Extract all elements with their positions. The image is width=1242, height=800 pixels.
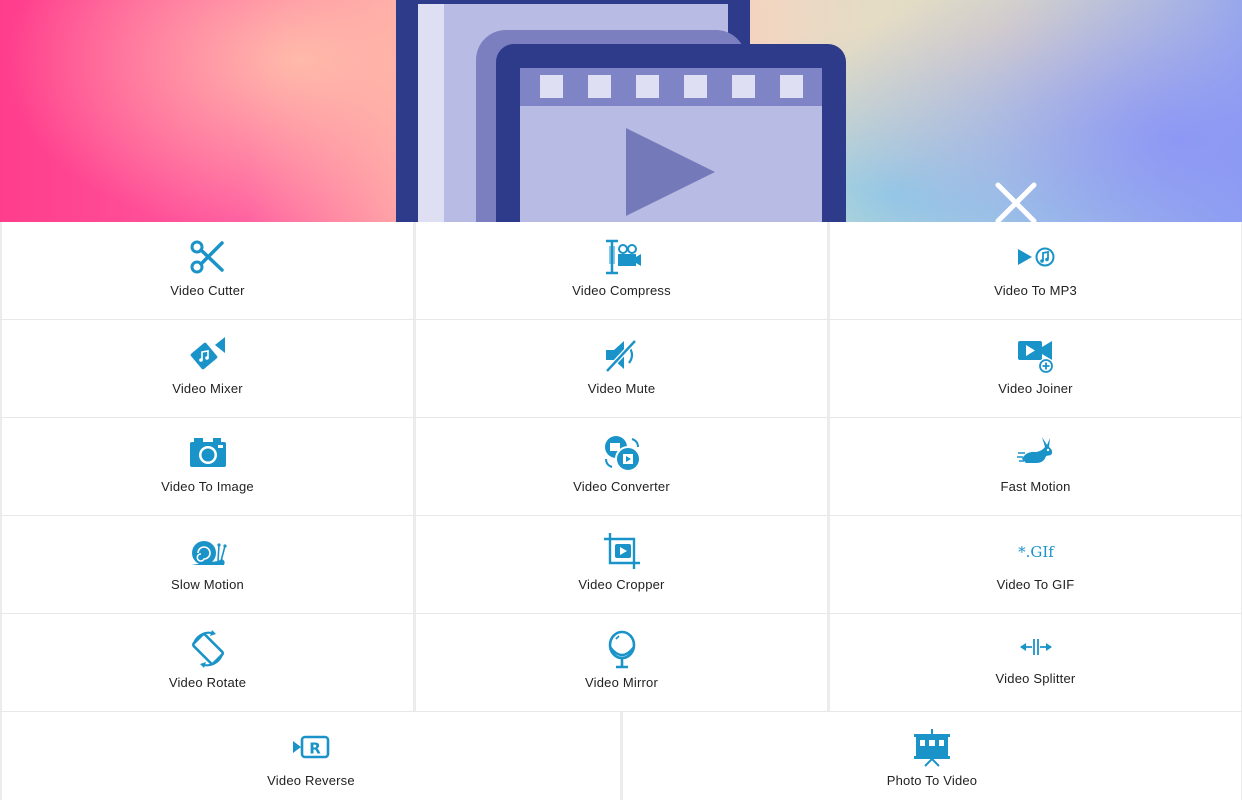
tool-video-to-gif[interactable]: *.GIf Video To GIF — [828, 516, 1242, 613]
music-camera-icon — [190, 337, 225, 370]
gif-text-icon: *.GIf — [1018, 543, 1055, 561]
tool-slow-motion[interactable]: Slow Motion — [0, 516, 414, 613]
play-to-music-icon — [1017, 247, 1054, 267]
tool-label: Video To MP3 — [994, 283, 1077, 298]
snail-icon — [190, 541, 227, 565]
tool-video-cropper[interactable]: Video Cropper — [414, 516, 828, 613]
tool-row: Video Rotate Video Mirror Video Splitter — [0, 614, 1242, 712]
tool-video-mixer[interactable]: Video Mixer — [0, 320, 414, 417]
tool-video-to-image[interactable]: Video To Image — [0, 418, 414, 515]
tool-video-converter[interactable]: Video Converter — [414, 418, 828, 515]
tool-row: Video To Image Video Converter Fast Moti… — [0, 418, 1242, 516]
tool-label: Video Joiner — [998, 381, 1073, 396]
video-film-frames-icon — [396, 0, 846, 222]
tool-label: Photo To Video — [886, 773, 978, 788]
svg-text:*.GIf: *.GIf — [1018, 543, 1055, 561]
tool-video-mute[interactable]: Video Mute — [414, 320, 828, 417]
tool-label: Video Reverse — [267, 773, 355, 788]
close-icon — [995, 182, 1037, 222]
photo-camera-icon — [189, 438, 226, 467]
tool-label: Video Mirror — [585, 675, 658, 690]
tool-photo-to-video[interactable]: Photo To Video — [621, 712, 1242, 800]
slideshow-icon — [914, 729, 950, 767]
tool-label: Video Cropper — [578, 577, 665, 592]
tool-video-rotate[interactable]: Video Rotate — [0, 614, 414, 711]
tool-label: Video Compress — [572, 283, 671, 298]
tool-video-to-mp3[interactable]: Video To MP3 — [828, 222, 1242, 319]
tool-label: Video Mixer — [172, 381, 243, 396]
camera-add-icon — [1017, 341, 1053, 373]
convert-circles-icon — [604, 436, 641, 472]
close-button[interactable] — [988, 176, 1044, 222]
tool-label: Video Cutter — [170, 283, 245, 298]
tool-grid: Video Cutter Video Compress Video To MP3… — [0, 222, 1242, 800]
tool-label: Video Mute — [587, 381, 656, 396]
tool-fast-motion[interactable]: Fast Motion — [828, 418, 1242, 515]
compress-clamp-icon — [605, 239, 641, 275]
tool-row: Slow Motion Video Cropper *.GIf Video To… — [0, 516, 1242, 614]
speaker-muted-icon — [604, 339, 637, 373]
tool-video-compress[interactable]: Video Compress — [414, 222, 828, 319]
tool-label: Video To GIF — [996, 577, 1075, 592]
tool-video-cutter[interactable]: Video Cutter — [0, 222, 414, 319]
tool-label: Video To Image — [161, 479, 254, 494]
tool-video-mirror[interactable]: Video Mirror — [414, 614, 828, 711]
crop-play-icon — [603, 533, 640, 569]
tool-video-joiner[interactable]: Video Joiner — [828, 320, 1242, 417]
tool-video-splitter[interactable]: Video Splitter — [828, 614, 1242, 711]
scissors-icon — [190, 240, 224, 274]
tool-label: Slow Motion — [170, 577, 244, 592]
tool-row: R Video Reverse Photo To Video — [0, 712, 1242, 800]
tool-label: Video Converter — [573, 479, 670, 494]
tool-label: Fast Motion — [1000, 479, 1071, 494]
header-banner — [0, 0, 1242, 222]
tool-video-reverse[interactable]: R Video Reverse — [0, 712, 621, 800]
mirror-icon — [608, 630, 635, 669]
rotate-device-icon — [191, 630, 224, 668]
svg-text:R: R — [309, 740, 321, 758]
rabbit-icon — [1016, 437, 1052, 463]
tool-label: Video Rotate — [168, 675, 247, 690]
video-editor-app: Video Cutter Video Compress Video To MP3… — [0, 0, 1242, 800]
tool-row: Video Cutter Video Compress Video To MP3 — [0, 222, 1242, 320]
split-arrows-icon — [1019, 639, 1052, 655]
tool-label: Video Splitter — [995, 671, 1076, 686]
tool-row: Video Mixer Video Mute Video Joiner — [0, 320, 1242, 418]
reverse-r-icon: R — [293, 735, 330, 759]
